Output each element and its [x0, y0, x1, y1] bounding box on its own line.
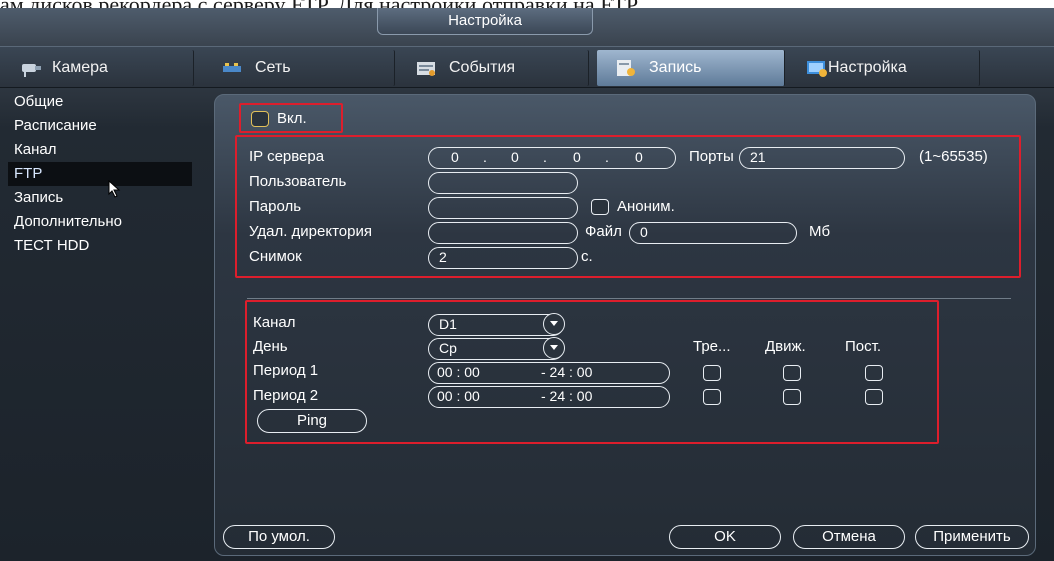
server-ip-label: IP сервера — [249, 148, 325, 165]
sidebar-item-record[interactable]: Запись — [8, 186, 192, 210]
password-label: Пароль — [249, 198, 302, 215]
day-value: Ср — [439, 340, 457, 356]
remote-dir-field[interactable] — [428, 222, 578, 244]
settings-icon — [807, 61, 827, 77]
ip-dot: . — [543, 149, 547, 165]
tab-record[interactable]: Запись — [597, 50, 785, 86]
snapshot-label: Снимок — [249, 248, 302, 265]
ip-octet-2: 0 — [511, 149, 519, 165]
day-label: День — [253, 338, 288, 355]
window-title: Настройка — [377, 8, 593, 35]
port-range-hint: (1~65535) — [919, 148, 988, 165]
channel-select[interactable]: D1 — [428, 313, 565, 336]
events-icon — [417, 62, 435, 76]
column-alarm-label: Тре... — [693, 338, 731, 355]
chevron-down-icon[interactable] — [543, 313, 565, 335]
mouse-cursor-icon — [108, 180, 121, 198]
file-size-field[interactable]: 0 — [629, 222, 797, 244]
tab-network[interactable]: Сеть — [207, 50, 395, 86]
tab-settings[interactable]: Настройка — [792, 50, 980, 86]
apply-button[interactable]: Применить — [915, 525, 1029, 549]
period-1-constant-checkbox[interactable] — [865, 365, 883, 381]
sidebar-item-hdd-test[interactable]: ТЕСТ HDD — [8, 234, 192, 258]
cancel-button[interactable]: Отмена — [793, 525, 905, 549]
anonymous-checkbox[interactable] — [591, 199, 609, 215]
tab-label: Запись — [649, 59, 702, 76]
period-2-start: 00 : 00 — [437, 388, 480, 404]
period-2-motion-checkbox[interactable] — [783, 389, 801, 405]
chevron-down-icon[interactable] — [543, 337, 565, 359]
period-2-alarm-checkbox[interactable] — [703, 389, 721, 405]
user-field[interactable] — [428, 172, 578, 194]
tab-label: События — [449, 59, 516, 76]
ip-octet-3: 0 — [573, 149, 581, 165]
main-tabbar: Камера Сеть События Запись Настройка — [0, 46, 1054, 88]
ftp-settings-panel: Вкл. IP сервера 0 . 0 . 0 . 0 Порты 21 (… — [214, 94, 1036, 556]
ping-button[interactable]: Ping — [257, 409, 367, 433]
snapshot-interval-field[interactable]: 2 — [428, 247, 578, 269]
ip-octet-4: 0 — [635, 149, 643, 165]
sidebar-item-ftp[interactable]: FTP — [8, 162, 192, 186]
sidebar-item-advanced[interactable]: Дополнительно — [8, 210, 192, 234]
snapshot-unit: с. — [581, 248, 593, 265]
tab-events[interactable]: События — [401, 50, 589, 86]
file-size-label: Файл — [585, 223, 622, 240]
file-size-unit: Мб — [809, 223, 831, 240]
ip-octet-1: 0 — [451, 149, 459, 165]
period-1-time-field[interactable]: 00 : 00 - 24 : 00 — [428, 362, 670, 384]
sidebar-item-channel[interactable]: Канал — [8, 138, 192, 162]
period-2-end: - 24 : 00 — [541, 388, 593, 404]
period-2-constant-checkbox[interactable] — [865, 389, 883, 405]
channel-label: Канал — [253, 314, 296, 331]
column-motion-label: Движ. — [765, 338, 806, 355]
user-label: Пользователь — [249, 173, 347, 190]
port-field[interactable]: 21 — [739, 147, 905, 169]
ip-dot: . — [483, 149, 487, 165]
network-icon — [223, 63, 241, 72]
tab-label: Настройка — [828, 59, 907, 76]
column-constant-label: Пост. — [845, 338, 881, 355]
default-button[interactable]: По умол. — [223, 525, 335, 549]
period-2-label: Период 2 — [253, 387, 319, 404]
sidebar-item-general[interactable]: Общие — [8, 90, 192, 114]
period-2-time-field[interactable]: 00 : 00 - 24 : 00 — [428, 386, 670, 408]
password-field[interactable] — [428, 197, 578, 219]
port-label: Порты — [689, 148, 734, 165]
anonymous-label: Аноним. — [617, 198, 675, 215]
tab-label: Сеть — [255, 59, 291, 76]
period-1-alarm-checkbox[interactable] — [703, 365, 721, 381]
period-1-motion-checkbox[interactable] — [783, 365, 801, 381]
day-select[interactable]: Ср — [428, 337, 565, 360]
sidebar-menu: Общие Расписание Канал FTP Запись Дополн… — [0, 88, 195, 561]
ip-dot: . — [605, 149, 609, 165]
camera-icon — [22, 64, 41, 77]
period-1-label: Период 1 — [253, 362, 319, 379]
enable-checkbox[interactable] — [251, 111, 269, 127]
tab-camera[interactable]: Камера — [6, 50, 194, 86]
remote-dir-label: Удал. директория — [249, 223, 372, 240]
enable-label: Вкл. — [277, 110, 307, 127]
record-icon — [617, 60, 635, 76]
channel-value: D1 — [439, 316, 457, 332]
period-1-end: - 24 : 00 — [541, 364, 593, 380]
server-ip-field[interactable]: 0 . 0 . 0 . 0 — [428, 147, 676, 169]
section-divider — [247, 298, 1011, 299]
settings-window: Настройка Камера Сеть События Запись Нас… — [0, 8, 1054, 561]
sidebar-item-schedule[interactable]: Расписание — [8, 114, 192, 138]
tab-label: Камера — [52, 59, 108, 76]
ok-button[interactable]: OK — [669, 525, 781, 549]
period-1-start: 00 : 00 — [437, 364, 480, 380]
